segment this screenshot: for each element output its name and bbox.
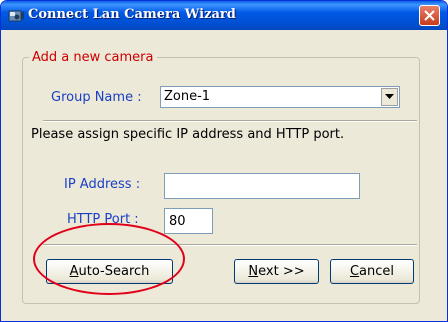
cancel-label: ancel <box>359 264 395 279</box>
next-mnemonic: N <box>248 264 259 279</box>
camera-app-icon <box>8 7 24 23</box>
ip-address-label: IP Address : <box>64 177 141 192</box>
cancel-button[interactable]: Cancel <box>330 259 414 284</box>
group-name-value: Zone-1 <box>164 89 211 104</box>
window-title: Connect Lan Camera Wizard <box>28 7 236 22</box>
title-bar[interactable]: Connect Lan Camera Wizard <box>1 1 447 30</box>
http-port-input[interactable] <box>164 208 213 234</box>
auto-search-button[interactable]: Auto-Search <box>46 259 173 284</box>
group-name-select[interactable]: Zone-1 <box>160 86 400 108</box>
next-button[interactable]: Next >> <box>234 259 319 284</box>
next-label: ext >> <box>258 264 305 279</box>
close-button[interactable] <box>419 5 440 26</box>
cancel-mnemonic: C <box>349 264 360 279</box>
separator-top <box>43 120 417 122</box>
group-legend: Add a new camera <box>32 50 154 65</box>
instruction-text: Please assign specific IP address and HT… <box>31 127 345 142</box>
auto-search-mnemonic: A <box>69 264 79 279</box>
group-name-dropdown-button[interactable] <box>381 88 398 106</box>
wizard-window: Connect Lan Camera Wizard Add a new came… <box>0 0 448 322</box>
ip-address-input[interactable] <box>164 173 360 199</box>
http-port-label: HTTP Port : <box>67 212 139 227</box>
auto-search-label: uto-Search <box>78 264 150 279</box>
group-name-label: Group Name : <box>51 90 142 105</box>
separator-bottom <box>43 244 417 246</box>
